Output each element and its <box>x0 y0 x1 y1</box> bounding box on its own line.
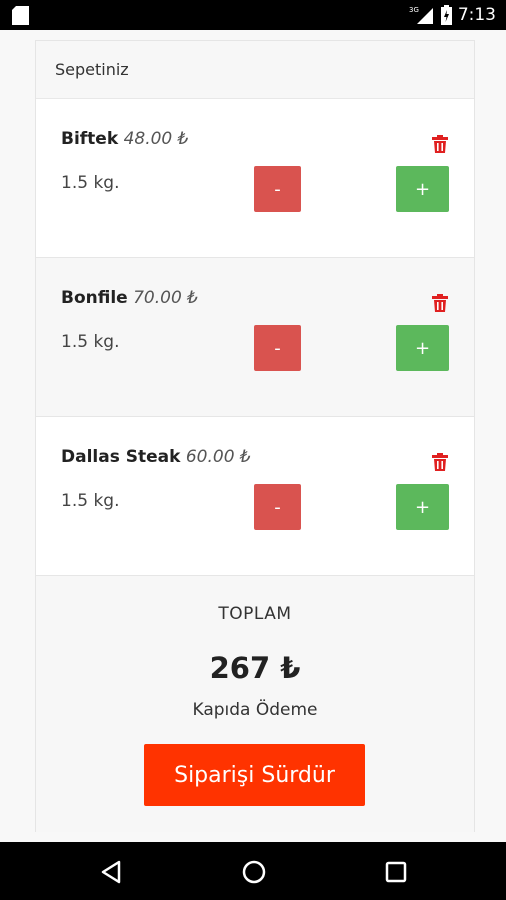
payment-method: Kapıda Ödeme <box>192 700 318 720</box>
increase-button[interactable]: + <box>396 325 449 371</box>
clock: 7:13 <box>457 5 496 25</box>
item-quantity: 1.5 kg. <box>61 332 120 352</box>
cart-item: Dallas Steak 60.00 ₺ 1.5 kg. - + <box>36 417 474 576</box>
trash-icon[interactable] <box>432 453 448 471</box>
recents-icon[interactable] <box>382 858 410 886</box>
decrease-button[interactable]: - <box>254 484 301 530</box>
item-price: 48.00 ₺ <box>123 129 189 149</box>
signal-icon: 3G <box>409 6 433 24</box>
status-icons: 3G 7:13 <box>409 4 496 26</box>
cart-item: Biftek 48.00 ₺ 1.5 kg. - + <box>36 99 474 258</box>
cart-title: Sepetiniz <box>36 41 474 99</box>
item-name-price: Biftek 48.00 ₺ <box>61 129 188 149</box>
item-name: Biftek <box>61 129 119 149</box>
status-bar: 3G 7:13 <box>0 0 506 30</box>
item-quantity: 1.5 kg. <box>61 491 120 511</box>
order-summary: TOPLAM 267 ₺ Kapıda Ödeme Siparişi Sürdü… <box>36 576 474 832</box>
total-amount: 267 ₺ <box>209 651 301 685</box>
battery-icon <box>440 5 452 25</box>
item-price: 60.00 ₺ <box>185 447 251 467</box>
network-type-label: 3G <box>409 6 419 14</box>
increase-button[interactable]: + <box>396 484 449 530</box>
home-icon[interactable] <box>240 858 268 886</box>
item-quantity: 1.5 kg. <box>61 173 120 193</box>
decrease-button[interactable]: - <box>254 166 301 212</box>
sim-card-icon <box>12 6 29 25</box>
cart-item: Bonfile 70.00 ₺ 1.5 kg. - + <box>36 258 474 417</box>
item-price: 70.00 ₺ <box>133 288 198 308</box>
continue-order-button[interactable]: Siparişi Sürdür <box>144 744 365 806</box>
item-name: Dallas Steak <box>61 447 181 467</box>
cart-card: Sepetiniz Biftek 48.00 ₺ 1.5 kg. - + Bon… <box>35 40 475 832</box>
back-icon[interactable] <box>97 858 125 886</box>
total-label: TOPLAM <box>218 604 292 624</box>
trash-icon[interactable] <box>432 135 448 153</box>
item-name-price: Dallas Steak 60.00 ₺ <box>61 447 251 467</box>
navigation-bar <box>0 842 506 900</box>
decrease-button[interactable]: - <box>254 325 301 371</box>
item-name: Bonfile <box>61 288 128 308</box>
increase-button[interactable]: + <box>396 166 449 212</box>
item-name-price: Bonfile 70.00 ₺ <box>61 288 198 308</box>
trash-icon[interactable] <box>432 294 448 312</box>
